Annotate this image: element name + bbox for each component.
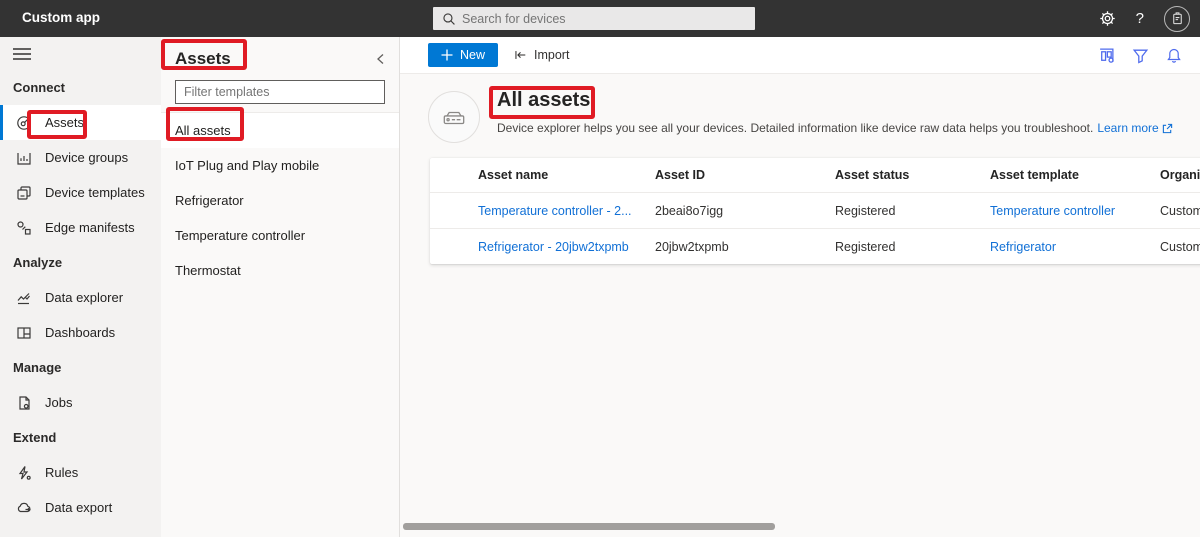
panel-item-temperature-controller[interactable]: Temperature controller <box>161 218 399 253</box>
search-icon <box>442 12 456 26</box>
asset-type-avatar <box>428 91 480 143</box>
assets-panel: Assets All assets IoT Plug and Play mobi… <box>161 37 400 537</box>
table-row[interactable]: Refrigerator - 20jbw2txpmb 20jbw2txpmb R… <box>430 228 1200 264</box>
column-header-asset-status[interactable]: Asset status <box>835 168 990 182</box>
column-header-asset-template[interactable]: Asset template <box>990 168 1160 182</box>
sidebar-item-device-groups[interactable]: Device groups <box>0 140 161 175</box>
collapse-panel-icon[interactable] <box>374 52 387 66</box>
sidebar-item-label: Rules <box>45 465 78 480</box>
sidebar-item-dashboards[interactable]: Dashboards <box>0 315 161 350</box>
device-templates-icon <box>16 185 32 201</box>
column-header-asset-id[interactable]: Asset ID <box>655 168 835 182</box>
jobs-icon <box>16 395 32 411</box>
nav-section-connect: Connect <box>0 70 161 105</box>
rules-icon <box>16 465 32 481</box>
asset-status-value: Registered <box>835 240 990 254</box>
panel-item-all-assets[interactable]: All assets <box>161 113 399 148</box>
column-header-organization[interactable]: Organization <box>1160 168 1200 182</box>
sidebar-item-edge-manifests[interactable]: Edge manifests <box>0 210 161 245</box>
template-list: All assets IoT Plug and Play mobile Refr… <box>161 112 399 288</box>
learn-more-link[interactable]: Learn more <box>1097 121 1172 135</box>
sidebar-item-label: Data export <box>45 500 112 515</box>
assets-table: Asset name Asset ID Asset status Asset t… <box>430 158 1200 264</box>
command-bar: New Import <box>400 37 1200 74</box>
asset-status-value: Registered <box>835 204 990 218</box>
left-nav-sidebar: Connect Assets Device groups Device temp… <box>0 37 161 537</box>
nav-section-extend: Extend <box>0 420 161 455</box>
page-content: All assets Device explorer helps you see… <box>400 74 1200 537</box>
panel-item-label: Refrigerator <box>175 193 244 208</box>
app-title: Custom app <box>22 10 100 25</box>
asset-template-link[interactable]: Refrigerator <box>990 240 1160 254</box>
organization-value: Custom app <box>1160 240 1200 254</box>
asset-name-link[interactable]: Temperature controller - 2... <box>478 204 655 218</box>
filter-icon[interactable] <box>1132 47 1149 64</box>
panel-item-label: IoT Plug and Play mobile <box>175 158 319 173</box>
new-button[interactable]: New <box>428 43 498 67</box>
panel-item-thermostat[interactable]: Thermostat <box>161 253 399 288</box>
device-search[interactable] <box>433 7 755 30</box>
nav-section-analyze: Analyze <box>0 245 161 280</box>
sidebar-item-data-explorer[interactable]: Data explorer <box>0 280 161 315</box>
sidebar-item-label: Dashboards <box>45 325 115 340</box>
filter-templates-input[interactable] <box>175 80 385 104</box>
user-avatar[interactable] <box>1164 6 1190 32</box>
panel-item-iot-plug-and-play-mobile[interactable]: IoT Plug and Play mobile <box>161 148 399 183</box>
topbar-actions: ? <box>1099 0 1190 37</box>
edge-manifests-icon <box>16 220 32 236</box>
organization-value: Custom app <box>1160 204 1200 218</box>
data-explorer-icon <box>16 290 32 306</box>
table-row[interactable]: Temperature controller - 2... 2beai8o7ig… <box>430 192 1200 228</box>
table-header-row: Asset name Asset ID Asset status Asset t… <box>430 158 1200 192</box>
sidebar-item-device-templates[interactable]: Device templates <box>0 175 161 210</box>
main-content-area: New Import <box>400 37 1200 537</box>
sidebar-item-rules[interactable]: Rules <box>0 455 161 490</box>
asset-id-value: 20jbw2txpmb <box>655 240 835 254</box>
hamburger-menu-icon[interactable] <box>13 47 31 61</box>
sidebar-item-label: Data explorer <box>45 290 123 305</box>
import-button[interactable]: Import <box>513 48 569 62</box>
asset-name-link[interactable]: Refrigerator - 20jbw2txpmb <box>478 240 655 254</box>
sidebar-item-label: Edge manifests <box>45 220 135 235</box>
dashboards-icon <box>16 325 32 341</box>
panel-item-label: All assets <box>175 123 231 138</box>
external-link-icon <box>1162 123 1173 134</box>
asset-id-value: 2beai8o7igg <box>655 204 835 218</box>
data-export-icon <box>16 500 32 516</box>
top-app-bar: Custom app ? <box>0 0 1200 37</box>
nav-section-manage: Manage <box>0 350 161 385</box>
settings-gear-icon[interactable] <box>1099 10 1116 27</box>
sidebar-item-label: Device templates <box>45 185 145 200</box>
sidebar-item-jobs[interactable]: Jobs <box>0 385 161 420</box>
panel-title: Assets <box>175 49 231 69</box>
asset-template-link[interactable]: Temperature controller <box>990 204 1160 218</box>
notifications-bell-icon[interactable] <box>1166 47 1182 64</box>
panel-item-label: Thermostat <box>175 263 241 278</box>
search-input[interactable] <box>462 12 755 26</box>
sidebar-item-label: Jobs <box>45 395 72 410</box>
device-groups-icon <box>16 150 32 166</box>
sidebar-item-assets[interactable]: Assets <box>0 105 161 140</box>
panel-item-refrigerator[interactable]: Refrigerator <box>161 183 399 218</box>
new-button-label: New <box>460 48 485 62</box>
panel-item-label: Temperature controller <box>175 228 305 243</box>
import-icon <box>513 48 528 62</box>
page-title: All assets <box>497 89 590 112</box>
sidebar-item-label: Assets <box>45 115 84 130</box>
device-icon <box>440 105 468 129</box>
import-button-label: Import <box>534 48 569 62</box>
page-description: Device explorer helps you see all your d… <box>497 121 1173 135</box>
sidebar-item-label: Device groups <box>45 150 128 165</box>
horizontal-scrollbar[interactable] <box>403 523 775 530</box>
column-options-icon[interactable] <box>1098 47 1115 64</box>
sidebar-item-data-export[interactable]: Data export <box>0 490 161 525</box>
column-header-asset-name[interactable]: Asset name <box>478 168 655 182</box>
assets-icon <box>16 115 32 131</box>
help-icon[interactable]: ? <box>1136 10 1144 27</box>
